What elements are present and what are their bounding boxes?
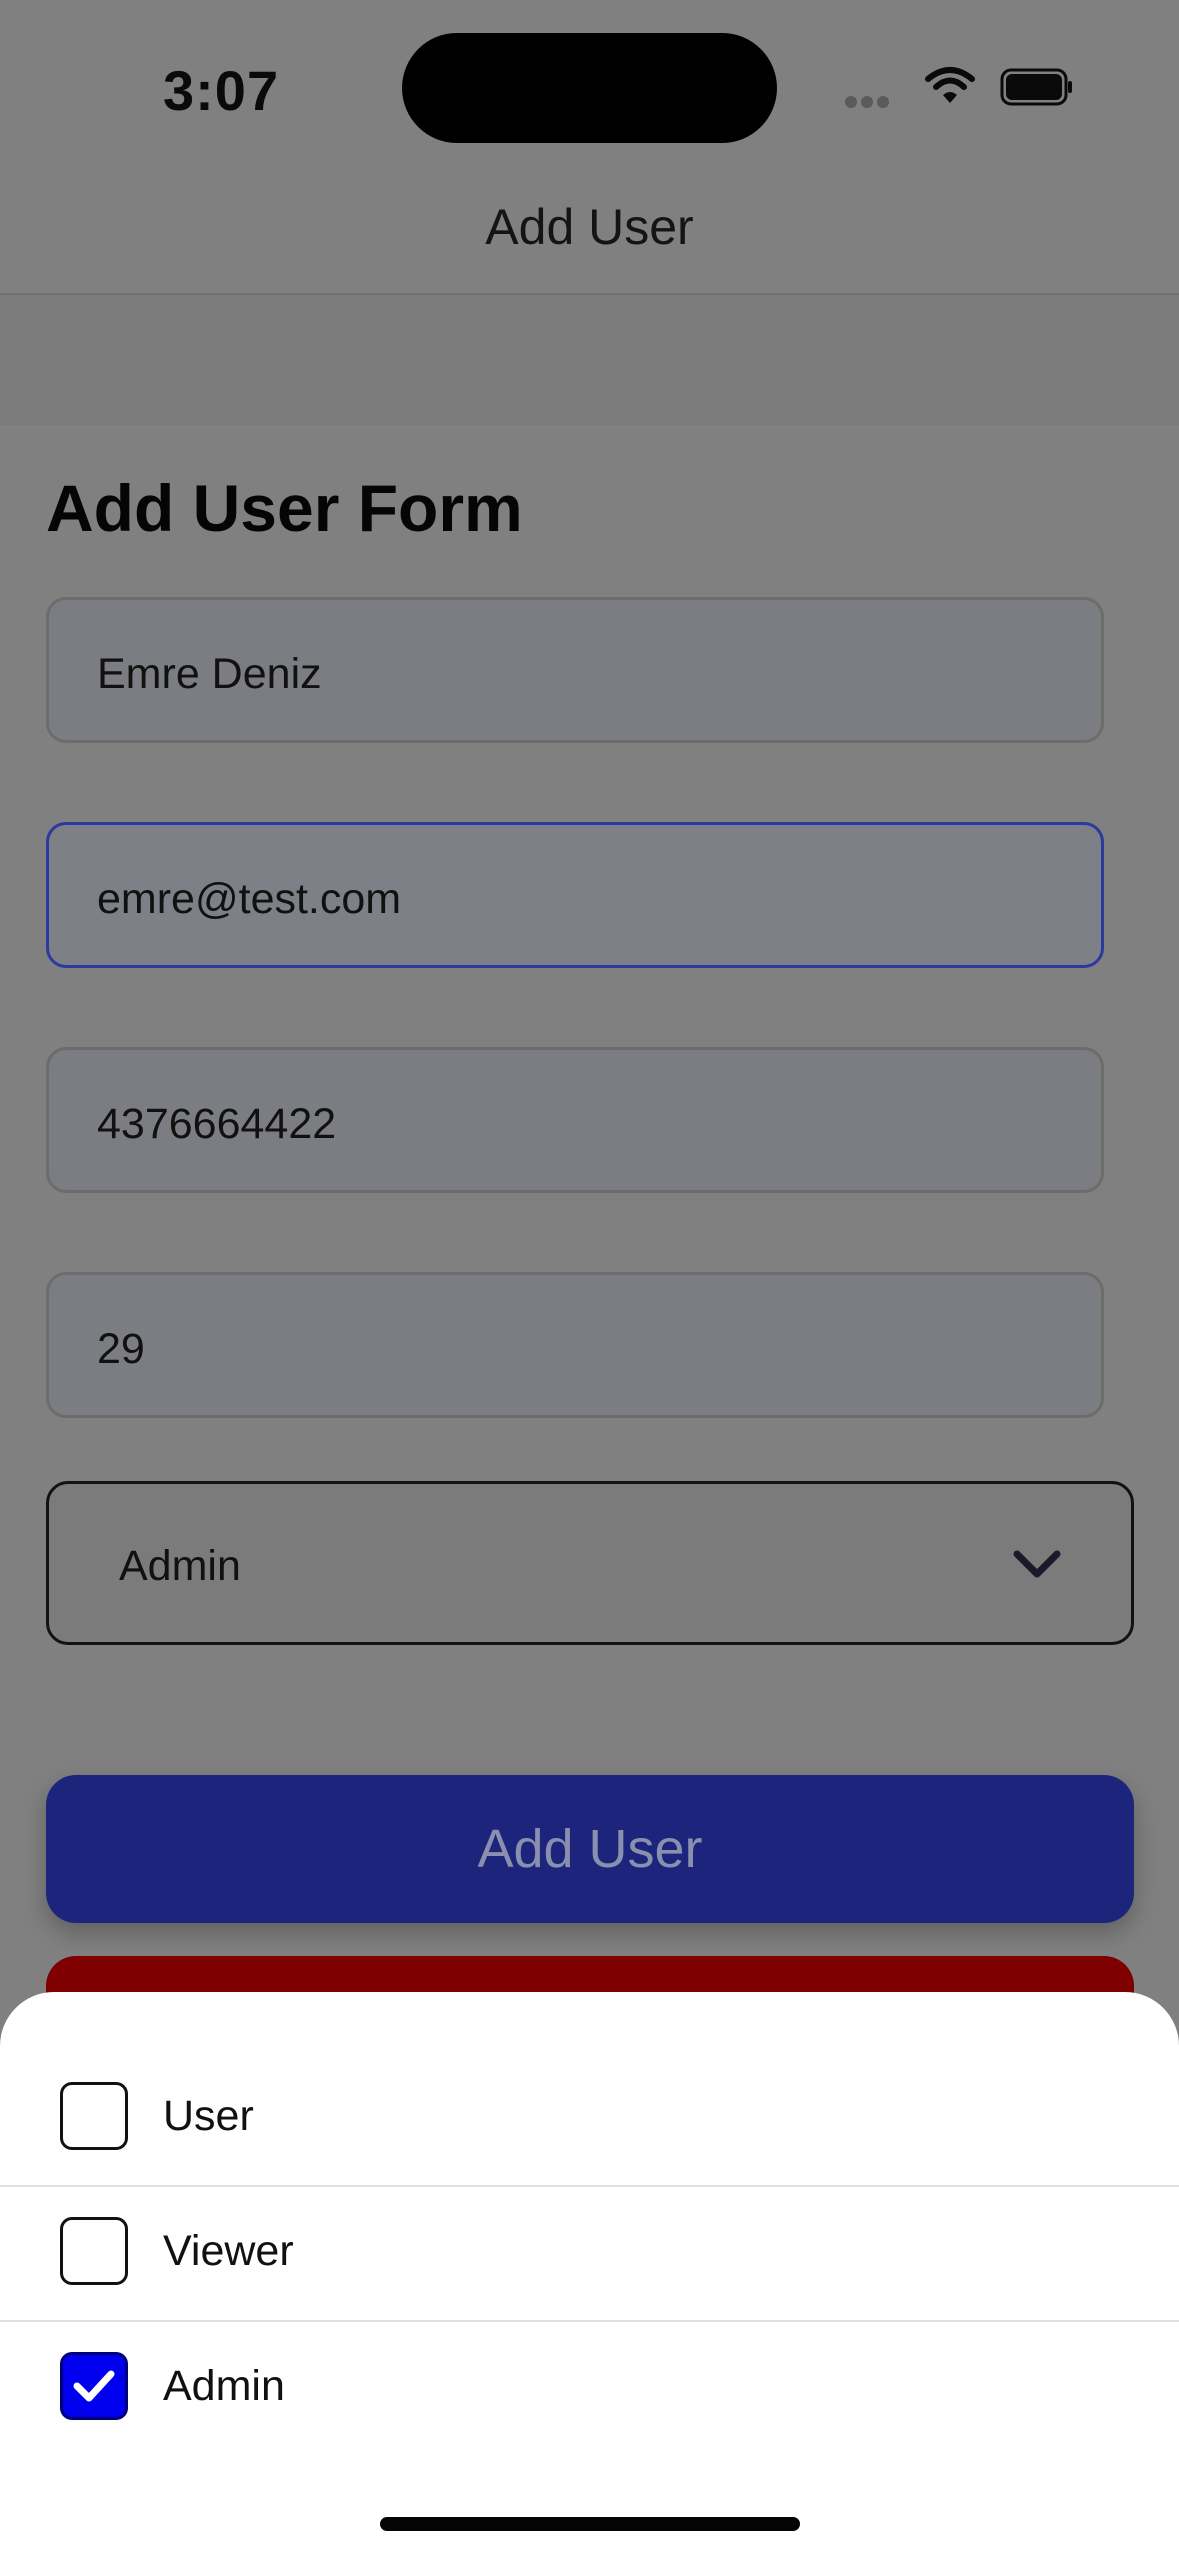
age-field[interactable]: 29: [46, 1272, 1104, 1418]
checkmark-icon: [73, 2370, 115, 2402]
email-field[interactable]: emre@test.com: [46, 822, 1104, 968]
home-indicator: [380, 2517, 800, 2531]
dynamic-island: [402, 33, 777, 143]
wifi-icon: [925, 66, 975, 106]
chevron-down-icon: [1009, 1544, 1065, 1584]
status-time: 3:07: [163, 59, 280, 122]
cellular-signal-icon: [845, 95, 905, 108]
role-select[interactable]: Admin: [46, 1481, 1134, 1645]
add-user-button[interactable]: Add User: [46, 1775, 1134, 1923]
name-field[interactable]: Emre Deniz: [46, 597, 1104, 743]
nav-title: Add User: [485, 199, 694, 255]
battery-icon: [1000, 68, 1074, 106]
role-picker-sheet: User Viewer Admin: [0, 1992, 1179, 2556]
name-field-value: Emre Deniz: [97, 650, 322, 698]
phone-field[interactable]: 4376664422: [46, 1047, 1104, 1193]
role-option-user[interactable]: User: [0, 1992, 1179, 2150]
checkbox-checked[interactable]: [60, 2352, 128, 2420]
age-field-value: 29: [97, 1325, 145, 1373]
role-select-value: Admin: [119, 1542, 241, 1590]
role-option-viewer[interactable]: Viewer: [0, 2127, 1179, 2285]
header-band: [0, 295, 1179, 425]
role-option-admin[interactable]: Admin: [0, 2262, 1179, 2420]
email-field-value: emre@test.com: [97, 875, 402, 923]
role-option-label: Admin: [163, 2362, 285, 2410]
form-title: Add User Form: [46, 471, 523, 545]
phone-field-value: 4376664422: [97, 1100, 337, 1148]
